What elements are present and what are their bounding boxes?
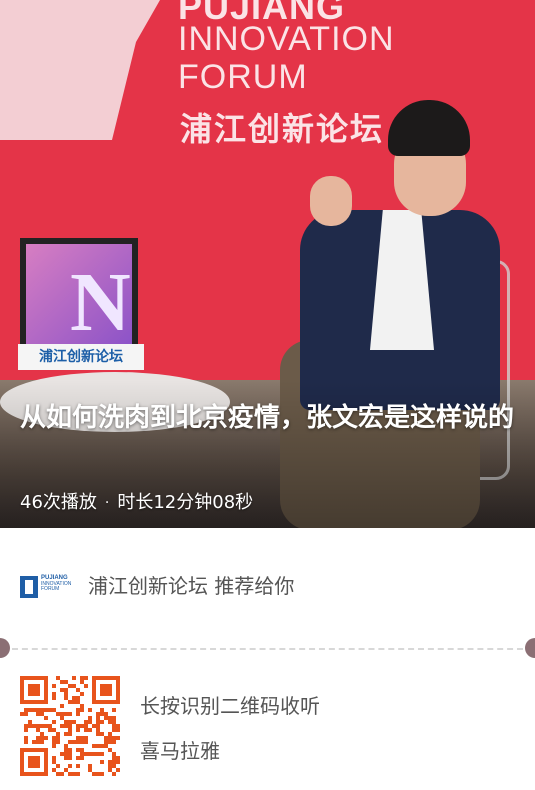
recommendation-text: 浦江创新论坛 推荐给你 xyxy=(88,574,295,598)
n-letter-icon: N xyxy=(70,256,131,349)
duration: 时长12分钟08秒 xyxy=(117,492,254,513)
qr-code[interactable] xyxy=(20,676,120,776)
backdrop-logo-line2: INNOVATION xyxy=(178,20,395,58)
video-cover[interactable]: PUJIANG INNOVATION FORUM 浦江创新论坛 N 浦江创新论坛… xyxy=(0,0,535,528)
speaker-hair xyxy=(388,100,470,156)
video-title[interactable]: 从如何洗肉到北京疫情，张文宏是这样说的 xyxy=(20,400,520,436)
video-meta: 46次播放 · 时长12分钟08秒 xyxy=(20,490,253,516)
qr-instruction: 长按识别二维码收听 xyxy=(140,694,320,718)
board-caption: 浦江创新论坛 xyxy=(18,344,144,370)
dashed-divider xyxy=(12,648,523,650)
speaker-hand xyxy=(310,176,352,226)
play-count: 46次播放 xyxy=(20,492,97,513)
meta-separator: · xyxy=(104,495,110,511)
pujiang-logo-icon: PUJIANG INNOVATION FORUM xyxy=(20,574,72,602)
qr-code-icon xyxy=(20,676,120,776)
ticket-notch-right xyxy=(525,638,535,658)
ticket-notch-left xyxy=(0,638,10,658)
logo-sub: INNOVATION FORUM xyxy=(41,581,72,592)
n-board-sign: N xyxy=(20,238,138,356)
qr-app-name: 喜马拉雅 xyxy=(140,739,220,763)
